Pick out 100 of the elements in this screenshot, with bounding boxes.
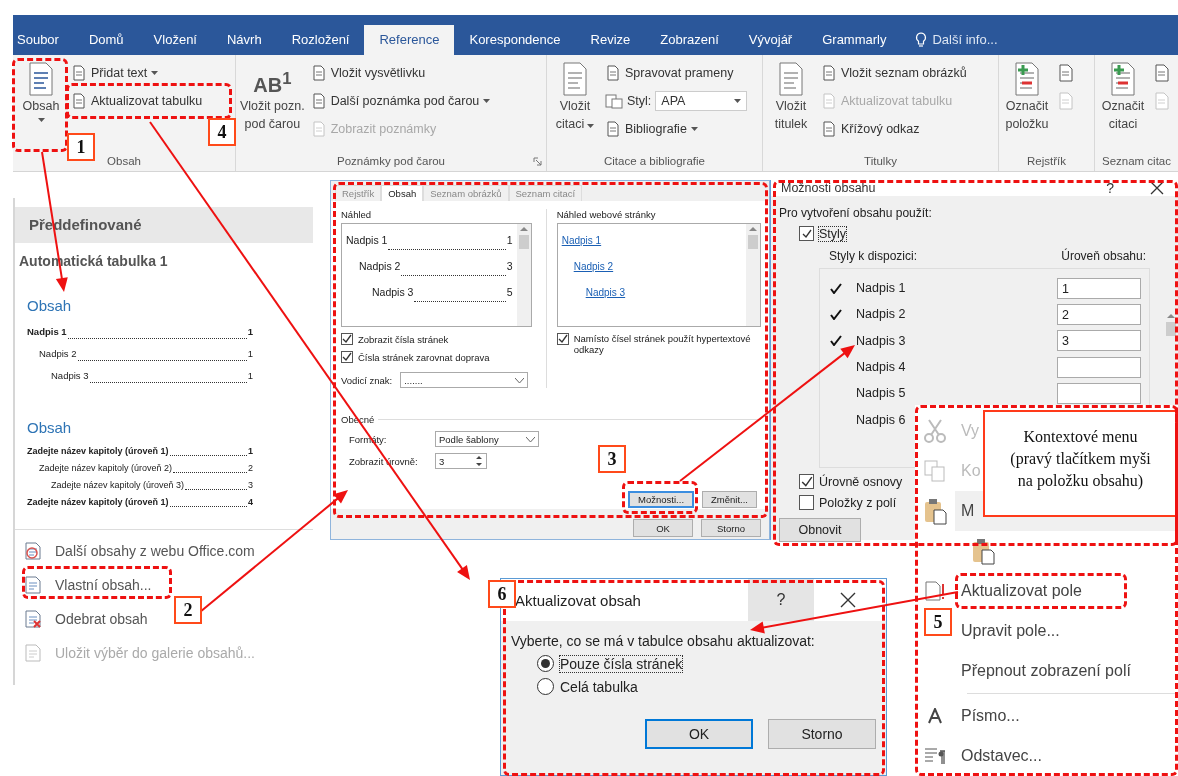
chevron-down-icon — [526, 436, 535, 442]
document-icon — [605, 65, 621, 81]
document-remove-icon — [23, 609, 43, 629]
scrollbar[interactable] — [746, 224, 760, 326]
level-field[interactable] — [1057, 382, 1141, 404]
leader-select[interactable]: ....... — [400, 372, 529, 388]
ribbon-tab[interactable]: Domů — [73, 25, 139, 55]
ribbon-tab[interactable]: Návrh — [212, 25, 277, 55]
spinner-arrows-icon[interactable] — [474, 454, 484, 468]
style-icon — [605, 93, 623, 109]
help-button[interactable]: ? — [1106, 180, 1114, 196]
ribbon-group-label: Citace a bibliografie — [604, 155, 705, 167]
checkbox[interactable] — [341, 351, 353, 363]
level-field[interactable]: 2 — [1057, 303, 1141, 325]
ribbon-tab[interactable]: Reference — [364, 25, 455, 55]
step-number: 1 — [67, 133, 95, 161]
style-name[interactable]: Nadpis 4 — [856, 360, 1057, 375]
close-icon[interactable] — [840, 592, 856, 608]
ribbon-large-button[interactable]: Vložit titulek — [767, 57, 815, 151]
preview-entry: Nadpis 2 — [359, 260, 401, 272]
menu-item[interactable]: Písmo... — [955, 699, 1026, 733]
menu-item[interactable]: Odebrat obsah — [15, 602, 148, 636]
ribbon-tab[interactable]: Korespondence — [454, 25, 576, 55]
ribbon-tab[interactable]: Vložení — [138, 25, 212, 55]
ribbon-tab[interactable]: Zobrazení — [645, 25, 734, 55]
ribbon-button[interactable]: Bibliografie — [605, 115, 748, 143]
ribbon-large-button[interactable]: Označit položku — [1003, 57, 1051, 151]
preview-entry: Nadpis 3 — [372, 286, 414, 298]
level-field[interactable]: 3 — [1057, 330, 1141, 352]
menu-item[interactable]: Aktualizovat pole — [955, 574, 1088, 608]
menu-item[interactable]: Upravit pole... — [955, 614, 1066, 648]
radio-button[interactable] — [537, 678, 554, 695]
style-name[interactable]: Nadpis 5 — [856, 386, 1057, 401]
menu-item[interactable]: Vlastní obsah... — [15, 568, 152, 602]
modify-button[interactable]: Změnit... — [702, 491, 757, 508]
style-name[interactable]: Nadpis 3 — [856, 333, 1057, 348]
radio-button[interactable] — [537, 655, 554, 672]
tell-me-field[interactable]: Další info... — [901, 25, 998, 55]
ok-button[interactable]: OK — [645, 719, 753, 749]
ribbon-large-button[interactable]: Obsah — [17, 57, 65, 151]
menu-item[interactable]: Odstavec... — [955, 739, 1048, 773]
paragraph-icon — [924, 747, 946, 765]
ribbon-tab[interactable]: Rozložení — [276, 25, 365, 55]
checkbox[interactable] — [341, 333, 353, 345]
style-name[interactable]: Nadpis 2 — [856, 307, 1057, 322]
document-icon[interactable] — [1153, 64, 1171, 82]
reset-button[interactable]: Obnovit — [779, 518, 861, 542]
ribbon-button[interactable]: Vložit vysvětlivku — [310, 59, 491, 87]
dialog-launcher-icon[interactable] — [533, 157, 542, 166]
ribbon-large-button[interactable]: AB$^{1}$ Vložit pozn. pod čarou — [240, 57, 305, 151]
preview-link[interactable]: Nadpis 2 — [573, 260, 614, 272]
ribbon-button[interactable]: Další poznámka pod čarou — [310, 87, 491, 115]
ribbon-tab[interactable]: Revize — [575, 25, 646, 55]
document-icon[interactable] — [1057, 64, 1075, 82]
menu-item[interactable]: Přepnout zobrazení polí — [955, 654, 1137, 688]
cancel-button[interactable]: Storno — [768, 719, 876, 749]
ribbon-button[interactable]: Aktualizovat tabulku — [71, 87, 203, 115]
help-button[interactable]: ? — [748, 579, 814, 621]
prompt-text: Pro vytvoření obsahu použít: — [779, 206, 933, 220]
checkbox[interactable] — [799, 495, 814, 510]
ribbon-group-label: Poznámky pod čarou — [336, 155, 445, 167]
level-field[interactable]: 1 — [1057, 277, 1141, 299]
clipboard-icon[interactable] — [971, 537, 995, 565]
document-icon — [821, 65, 837, 81]
ribbon-tab[interactable]: Grammarly — [807, 25, 902, 55]
ribbon-large-button[interactable]: Vložit citaci — [551, 57, 599, 151]
caret-icon — [734, 99, 742, 103]
checkbox[interactable] — [556, 333, 569, 345]
close-icon[interactable] — [1150, 181, 1164, 195]
checkbox[interactable] — [799, 226, 814, 241]
ribbon-button[interactable]: Křížový odkaz — [821, 115, 967, 143]
checkbox[interactable] — [799, 474, 814, 489]
levels-spinner[interactable]: 3 — [435, 453, 487, 469]
step-number: 4 — [208, 118, 236, 146]
caret-icon — [483, 99, 491, 103]
preview-link[interactable]: Nadpis 3 — [585, 286, 626, 298]
style-name[interactable]: Nadpis 1 — [856, 281, 1057, 296]
style-select[interactable]: APA — [655, 91, 748, 111]
ribbon-button[interactable]: Přidat text — [71, 59, 203, 87]
toc-preview[interactable]: Obsah Nadpis 1 1 Nadpis 2 1 Nadpis 3 1 — [15, 277, 313, 405]
document-icon — [26, 61, 56, 97]
checkbox-label: Zobrazit čísla stránek — [358, 333, 449, 345]
ribbon-button[interactable]: Vložit seznam obrázků — [821, 59, 967, 87]
formats-select[interactable]: Podle šablony — [435, 431, 539, 447]
ribbon-large-button[interactable]: Označit citaci — [1099, 57, 1147, 151]
ribbon-tab[interactable]: Vývojář — [733, 25, 808, 55]
preview-link[interactable]: Nadpis 1 — [561, 234, 602, 246]
page-number: 5 — [506, 286, 513, 298]
menu-item[interactable]: Další obsahy z webu Office.com — [15, 534, 255, 568]
toc-preview[interactable]: Obsah Zadejte název kapitoly (úroveň 1) 1 Zadejte název kapitoly (úroveň 2) 2 Zadejte název kapitoly (úroveň 3) 3 Zadejte název kapitoly (úroveň 1) 4 — [15, 405, 313, 529]
ribbon-tab[interactable]: Soubor — [13, 25, 74, 55]
dialog-tab[interactable]: Obsah — [381, 185, 424, 201]
cancel-button[interactable]: Storno — [701, 519, 761, 537]
scrollbar[interactable] — [516, 224, 531, 326]
ribbon-button[interactable]: Spravovat prameny — [605, 59, 748, 87]
document-icon — [310, 65, 327, 81]
level-field[interactable] — [1057, 356, 1141, 378]
style-label: Styl: — [627, 94, 652, 108]
options-button[interactable]: Možnosti... — [628, 491, 695, 508]
ok-button[interactable]: OK — [633, 519, 693, 537]
